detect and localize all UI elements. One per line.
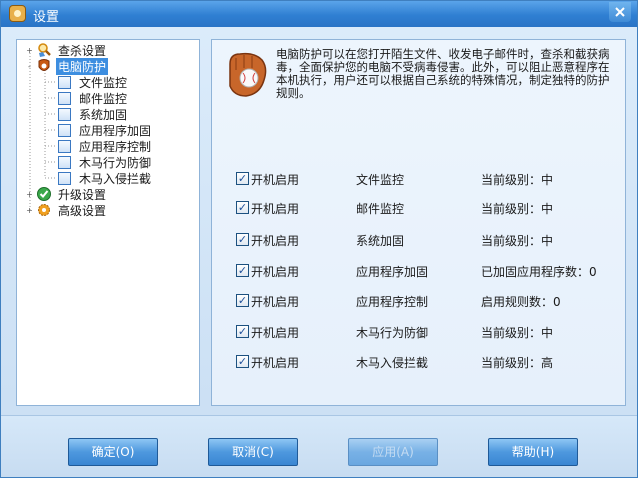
glove-shield-icon [38,59,50,71]
tree-item-label: 邮件监控 [79,91,128,106]
tree-item-label: 查杀设置 [58,43,107,58]
rule-name: 应用程序控制 [356,295,429,309]
expand-icon[interactable]: + [25,46,34,55]
rule-status: 当前级别：中 [481,202,554,216]
collapse-icon[interactable]: - [25,62,34,71]
rule-row-system-hardening: ✓ 开机启用 系统加固 当前级别：中 [236,232,626,248]
ok-button[interactable]: 确定(O) [68,438,158,466]
document-icon [58,155,71,169]
checkbox-label[interactable]: 开机启用 [251,324,299,341]
expand-icon[interactable]: + [25,190,34,199]
settings-tree: + 查杀设置 - 电脑防护 文件监控 邮件监控 系统加固 应用程序加固 应用程序… [16,39,200,406]
rule-status: 启用规则数：0 [481,295,561,309]
rule-name: 文件监控 [356,173,405,187]
protection-settings-panel: 电脑防护可以在您打开陌生文件、收发电子邮件时，查杀和截获病毒，全面保护您的电脑不… [211,39,626,406]
startup-enable-checkbox[interactable]: ✓ [236,233,249,246]
rule-name: 木马行为防御 [356,326,429,340]
rule-status: 当前级别：中 [481,173,554,187]
document-icon [58,123,71,137]
tree-item-label: 电脑防护 [56,57,109,75]
startup-enable-checkbox[interactable]: ✓ [236,325,249,338]
tree-item-trojan-intrusion[interactable]: 木马入侵拦截 [58,170,153,186]
document-icon [58,171,71,185]
tree-item-mail-monitor[interactable]: 邮件监控 [58,90,129,106]
startup-enable-checkbox[interactable]: ✓ [236,355,249,368]
close-button[interactable] [609,2,631,22]
rule-status: 当前级别：中 [481,326,554,340]
tree-item-label: 系统加固 [79,107,128,122]
rule-name: 木马入侵拦截 [356,356,429,370]
window-title: 设置 [33,10,60,25]
checkbox-label[interactable]: 开机启用 [251,354,299,371]
rule-status: 当前级别：高 [481,356,554,370]
tree-item-label: 应用程序控制 [79,139,152,154]
tree-item-label: 木马入侵拦截 [79,171,152,186]
startup-enable-checkbox[interactable]: ✓ [236,264,249,277]
tree-item-label: 高级设置 [58,203,107,218]
tree-item-label: 应用程序加固 [79,123,152,138]
checkbox-label[interactable]: 开机启用 [251,263,299,280]
checkbox-label[interactable]: 开机启用 [251,200,299,217]
checkbox-label[interactable]: 开机启用 [251,171,299,188]
tree-item-label: 文件监控 [79,75,128,90]
tree-item-advanced-settings[interactable]: + 高级设置 [25,202,108,218]
rule-row-app-hardening: ✓ 开机启用 应用程序加固 已加固应用程序数：0 [236,263,626,279]
tree-item-trojan-behavior[interactable]: 木马行为防御 [58,154,153,170]
checkbox-label[interactable]: 开机启用 [251,232,299,249]
green-check-icon [37,187,51,201]
document-icon [58,91,71,105]
tree-item-label: 升级设置 [58,187,107,202]
expand-icon[interactable]: + [25,206,34,215]
document-icon [58,107,71,121]
checkbox-label[interactable]: 开机启用 [251,293,299,310]
rule-row-file-monitor: ✓ 开机启用 文件监控 当前级别：中 [236,171,626,187]
tree-item-system-hardening[interactable]: 系统加固 [58,106,129,122]
tree-item-app-control[interactable]: 应用程序控制 [58,138,153,154]
app-logo-icon [9,5,26,22]
settings-window: 设置 + 查杀设置 - 电脑防护 文件监控 邮件监控 系统加固 应用程序加固 应… [0,0,638,478]
rule-row-mail-monitor: ✓ 开机启用 邮件监控 当前级别：中 [236,200,626,216]
protection-description: 电脑防护可以在您打开陌生文件、收发电子邮件时，查杀和截获病毒，全面保护您的电脑不… [276,47,610,100]
magnifier-shield-icon [38,43,51,57]
dialog-button-bar: 确定(O) 取消(C) 应用(A) 帮助(H) [1,415,637,477]
document-icon [58,75,71,89]
startup-enable-checkbox[interactable]: ✓ [236,172,249,185]
rule-name: 系统加固 [356,234,405,248]
tree-item-file-monitor[interactable]: 文件监控 [58,74,129,90]
tree-item-upgrade-settings[interactable]: + 升级设置 [25,186,108,202]
rule-status: 已加固应用程序数：0 [481,265,597,279]
cancel-button[interactable]: 取消(C) [208,438,298,466]
rule-row-app-control: ✓ 开机启用 应用程序控制 启用规则数：0 [236,293,626,309]
baseball-glove-icon [229,52,267,97]
tree-item-pc-protection[interactable]: - 电脑防护 [25,57,109,75]
rule-status: 当前级别：中 [481,234,554,248]
apply-button[interactable]: 应用(A) [348,438,438,466]
help-button[interactable]: 帮助(H) [488,438,578,466]
rule-row-trojan-intrusion: ✓ 开机启用 木马入侵拦截 当前级别：高 [236,354,626,370]
title-bar[interactable]: 设置 [1,1,637,27]
tree-item-app-hardening[interactable]: 应用程序加固 [58,122,153,138]
close-icon [615,7,625,17]
tree-item-scan-settings[interactable]: + 查杀设置 [25,42,108,58]
document-icon [58,139,71,153]
startup-enable-checkbox[interactable]: ✓ [236,294,249,307]
rule-name: 邮件监控 [356,202,405,216]
rule-row-trojan-behavior: ✓ 开机启用 木马行为防御 当前级别：中 [236,324,626,340]
startup-enable-checkbox[interactable]: ✓ [236,201,249,214]
rule-name: 应用程序加固 [356,265,429,279]
gear-icon [38,204,50,216]
tree-item-label: 木马行为防御 [79,155,152,170]
